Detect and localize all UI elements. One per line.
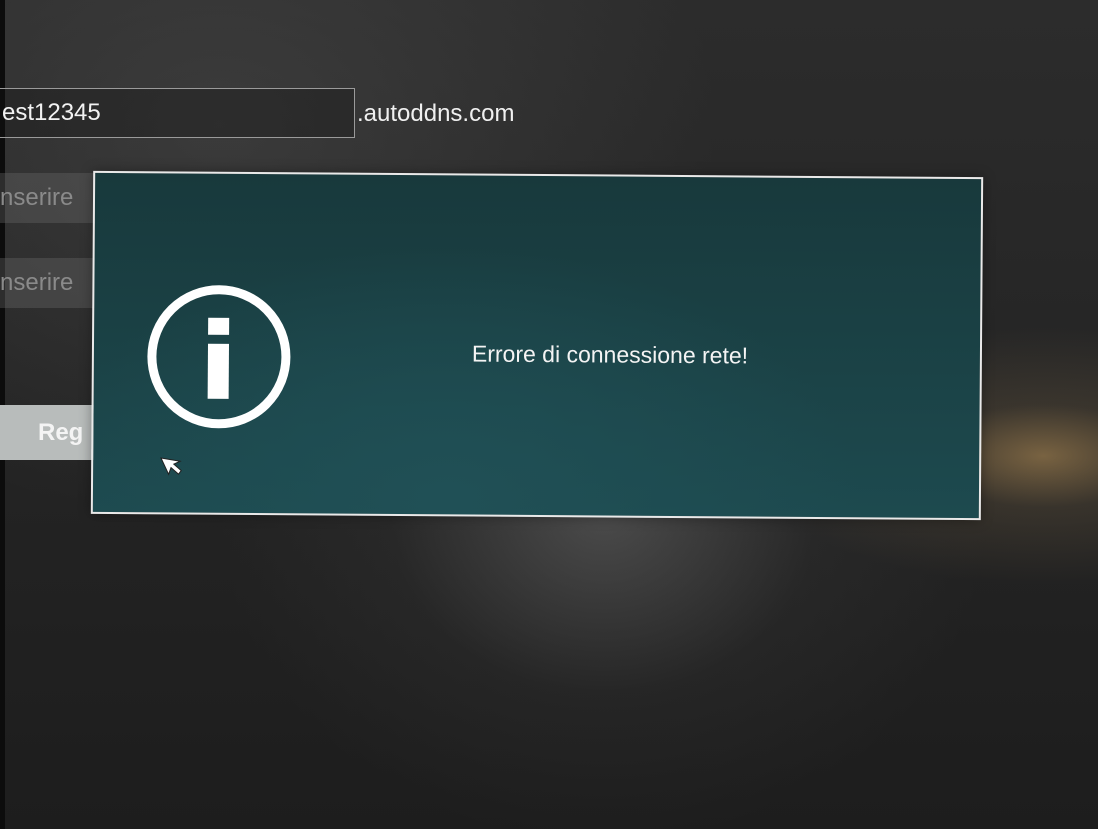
domain-suffix: .autoddns.com	[357, 100, 515, 127]
domain-input-value: est12345	[2, 99, 101, 126]
mouse-pointer-icon	[160, 457, 182, 476]
dialog-message: Errore di connessione rete!	[471, 340, 749, 369]
info-icon	[147, 285, 291, 429]
register-button[interactable]: Reg	[0, 405, 103, 460]
domain-input[interactable]: est12345	[0, 88, 355, 138]
password-field[interactable]: nserire	[0, 258, 98, 308]
error-dialog: Errore di connessione rete!	[90, 170, 984, 521]
password-field-placeholder: nserire	[0, 269, 74, 296]
username-field[interactable]: nserire	[0, 173, 98, 223]
username-field-placeholder: nserire	[0, 184, 74, 211]
register-button-label: Reg	[38, 419, 84, 446]
